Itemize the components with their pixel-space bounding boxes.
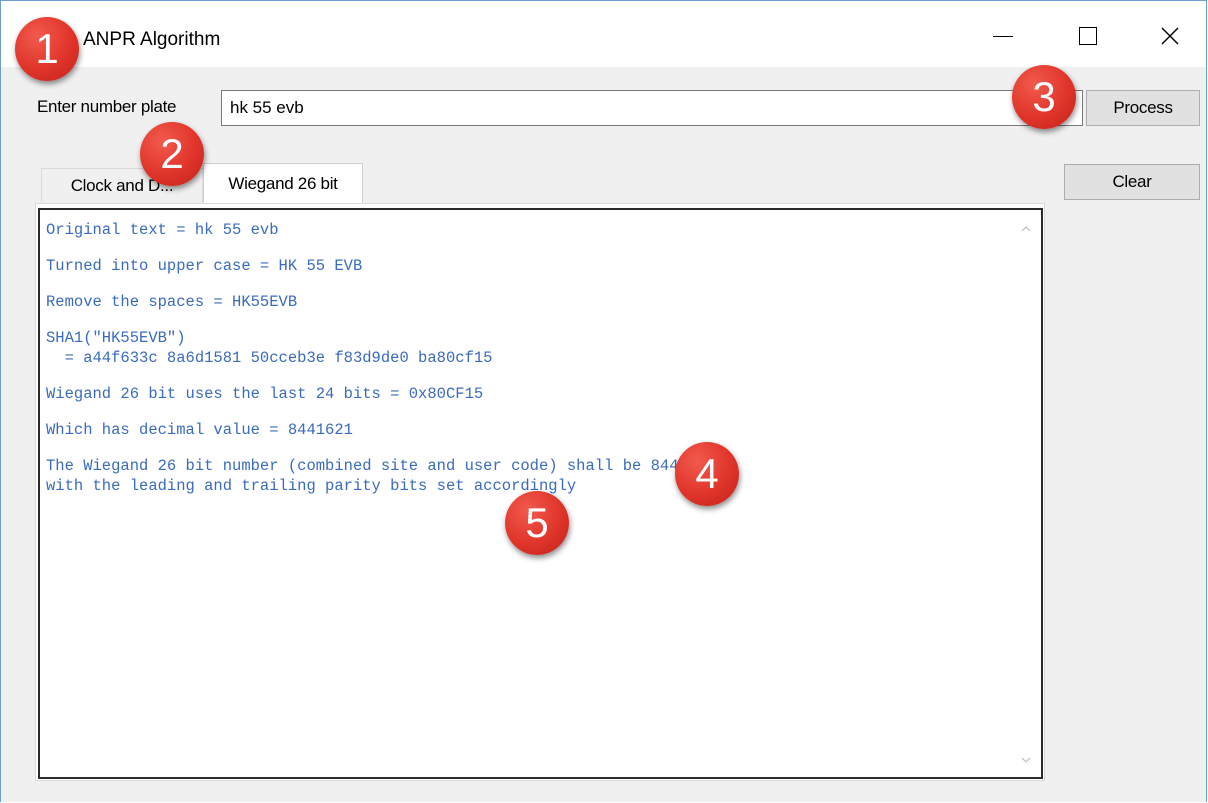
plate-input[interactable] [221, 90, 1083, 126]
minimize-icon [993, 35, 1013, 37]
plate-label: Enter number plate [37, 97, 177, 116]
scroll-down-icon[interactable] [1019, 753, 1033, 767]
annotation-badge-2: 2 [140, 122, 204, 186]
annotation-badge-4: 4 [675, 442, 739, 506]
process-button[interactable]: Process [1086, 90, 1200, 126]
output-line: Which has decimal value = 8441621 [46, 421, 353, 439]
maximize-button[interactable] [1058, 11, 1118, 61]
output-text: Original text = hk 55 evb Turned into up… [46, 220, 1011, 496]
title-bar[interactable]: ANPR Algorithm [1, 1, 1206, 67]
annotation-badge-5: 5 [505, 491, 569, 555]
close-icon [1161, 27, 1179, 45]
annotation-badge-1: 1 [15, 17, 79, 81]
output-line: Turned into upper case = HK 55 EVB [46, 257, 363, 275]
output-line: Original text = hk 55 evb [46, 221, 279, 239]
output-line: Wiegand 26 bit uses the last 24 bits = 0… [46, 385, 484, 403]
minimize-button[interactable] [973, 11, 1033, 61]
annotation-badge-3: 3 [1012, 65, 1076, 129]
clear-button[interactable]: Clear [1064, 164, 1200, 200]
window-title: ANPR Algorithm [83, 29, 221, 50]
output-line: Remove the spaces = HK55EVB [46, 293, 298, 311]
maximize-icon [1079, 27, 1097, 45]
output-line: = a44f633c 8a6d1581 50cceb3e f83d9de0 ba… [46, 349, 493, 367]
close-button[interactable] [1140, 11, 1200, 61]
tab-wiegand-26-bit[interactable]: Wiegand 26 bit [203, 163, 363, 203]
output-line: SHA1("HK55EVB") [46, 329, 186, 347]
vertical-scrollbar[interactable] [1013, 212, 1039, 775]
scroll-up-icon[interactable] [1019, 222, 1033, 236]
output-line: The Wiegand 26 bit number (combined site… [46, 457, 726, 475]
